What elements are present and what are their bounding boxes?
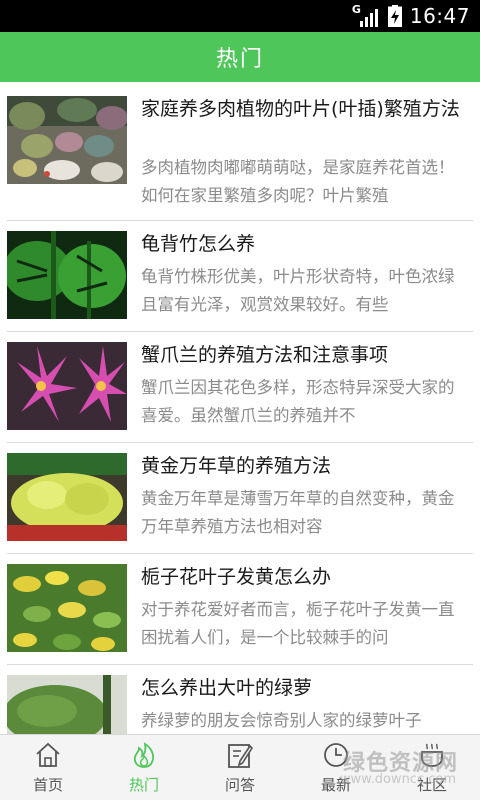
coffee-cup-icon: [421, 743, 443, 767]
tab-latest[interactable]: 最新: [288, 735, 384, 800]
article-title[interactable]: 黄金万年草的养殖方法: [141, 452, 466, 480]
list-item[interactable]: 栀子花叶子发黄怎么办 对于养花爱好者而言，栀子花叶子发黄一直困扰着人们，是一个比…: [0, 554, 480, 665]
bottom-tab-bar: 首页 热门 问答 最新 社区: [0, 734, 480, 800]
christmas-cactus-thumbnail: [7, 342, 127, 430]
article-summary: 养绿萝的朋友会惊奇别人家的绿萝叶子: [141, 711, 422, 730]
list-item[interactable]: 龟背竹怎么养 龟背竹株形优美，叶片形状奇特，叶色浓绿且富有光泽，观赏效果较好。有…: [0, 221, 480, 332]
clock-icon: [324, 743, 348, 767]
list-item[interactable]: 蟹爪兰的养殖方法和注意事项 蟹爪兰因其花色多样，形态特异深受大家的喜爱。虽然蟹爪…: [0, 332, 480, 443]
tab-label: 问答: [224, 776, 255, 794]
tab-home[interactable]: 首页: [0, 735, 96, 800]
status-time: 16:47: [409, 4, 470, 28]
page-title: 热门: [215, 47, 264, 72]
monstera-thumbnail: [7, 231, 127, 319]
golden-sedum-thumbnail: [7, 453, 127, 541]
signal-icon: G: [352, 3, 380, 27]
succulents-thumbnail: [7, 96, 127, 184]
article-list[interactable]: 家庭养多肉植物的叶片(叶插)繁殖方法 多肉植物肉嘟嘟萌萌哒，是家庭养花首选！如何…: [0, 82, 480, 734]
list-item[interactable]: 黄金万年草的养殖方法 黄金万年草是薄雪万年草的自然变种，黄金万年草养殖方法也相对…: [0, 443, 480, 554]
tab-label: 首页: [32, 776, 63, 794]
article-summary: 对于养花爱好者而言，栀子花叶子发黄一直困扰着人们，是一个比较棘手的问: [141, 600, 455, 647]
flame-icon: [133, 742, 155, 768]
battery-charging-icon: [387, 5, 402, 27]
home-icon: [36, 742, 60, 767]
edit-note-icon: [228, 744, 254, 768]
article-title[interactable]: 蟹爪兰的养殖方法和注意事项: [141, 341, 466, 369]
tab-label: 社区: [416, 776, 447, 794]
status-bar: G 16:47: [0, 0, 480, 32]
header: 热门: [0, 32, 480, 82]
list-item[interactable]: 怎么养出大叶的绿萝 养绿萝的朋友会惊奇别人家的绿萝叶子: [0, 665, 480, 734]
tab-hot[interactable]: 热门: [96, 735, 192, 800]
article-summary: 黄金万年草是薄雪万年草的自然变种，黄金万年草养殖方法也相对容: [141, 489, 455, 536]
tab-label: 最新: [320, 776, 351, 794]
tab-label: 热门: [128, 776, 159, 794]
article-title[interactable]: 家庭养多肉植物的叶片(叶插)繁殖方法: [141, 95, 466, 151]
article-summary: 多肉植物肉嘟嘟萌萌哒，是家庭养花首选！如何在家里繁殖多肉呢？叶片繁殖: [141, 158, 455, 205]
article-summary: 龟背竹株形优美，叶片形状奇特，叶色浓绿且富有光泽，观赏效果较好。有些: [141, 267, 455, 314]
tab-community[interactable]: 社区: [384, 735, 480, 800]
list-item[interactable]: 家庭养多肉植物的叶片(叶插)繁殖方法 多肉植物肉嘟嘟萌萌哒，是家庭养花首选！如何…: [0, 82, 480, 221]
gardenia-thumbnail: [7, 564, 127, 652]
tab-qa[interactable]: 问答: [192, 735, 288, 800]
article-summary: 蟹爪兰因其花色多样，形态特异深受大家的喜爱。虽然蟹爪兰的养殖并不: [141, 378, 455, 425]
pothos-thumbnail: [7, 675, 127, 734]
article-title[interactable]: 龟背竹怎么养: [141, 230, 466, 258]
article-title[interactable]: 怎么养出大叶的绿萝: [141, 674, 466, 702]
article-title[interactable]: 栀子花叶子发黄怎么办: [141, 563, 466, 591]
